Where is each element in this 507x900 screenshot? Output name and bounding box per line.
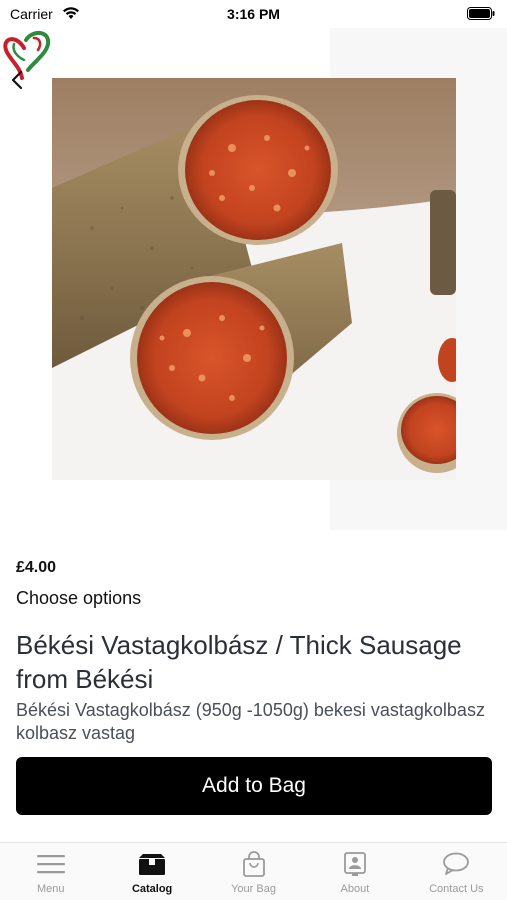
tab-label: Catalog — [131, 883, 173, 895]
tab-about[interactable]: About — [304, 843, 405, 900]
battery-icon — [467, 7, 495, 20]
add-to-bag-button[interactable]: Add to Bag — [16, 757, 492, 815]
chat-bubble-icon — [443, 852, 470, 875]
tab-label: Contact Us — [429, 883, 484, 895]
product-price: £4.00 — [16, 559, 57, 576]
product-image[interactable] — [52, 78, 456, 480]
product-description: Békési Vastagkolbász (950g -1050g) bekes… — [16, 700, 485, 743]
sausage-photo — [52, 78, 456, 480]
tab-your-bag[interactable]: Your Bag — [203, 843, 304, 900]
tab-contact-us[interactable]: Contact Us — [406, 843, 507, 900]
bag-icon — [242, 851, 265, 877]
product-screen: Carrier 3:16 PM £4.00 Choose options Bék… — [0, 0, 507, 900]
status-time: 3:16 PM — [227, 6, 280, 22]
tab-menu[interactable]: Menu — [0, 843, 101, 900]
hamburger-icon — [36, 855, 65, 874]
tab-label: Menu — [36, 883, 65, 895]
choose-options-link[interactable]: Choose options — [16, 588, 141, 609]
catalog-box-icon — [139, 854, 166, 875]
contact-card-icon — [344, 852, 366, 876]
chevron-left-icon — [11, 70, 23, 90]
tab-label: Your Bag — [231, 883, 276, 895]
status-bar: Carrier 3:16 PM — [0, 0, 507, 28]
back-button[interactable] — [2, 26, 54, 90]
tab-catalog[interactable]: Catalog — [101, 843, 202, 900]
product-title: Békési Vastagkolbász / Thick Sausage fro… — [16, 630, 462, 694]
tab-label: About — [340, 883, 370, 895]
tab-bar: Menu Catalog Your Bag About Contact Us — [0, 842, 507, 900]
